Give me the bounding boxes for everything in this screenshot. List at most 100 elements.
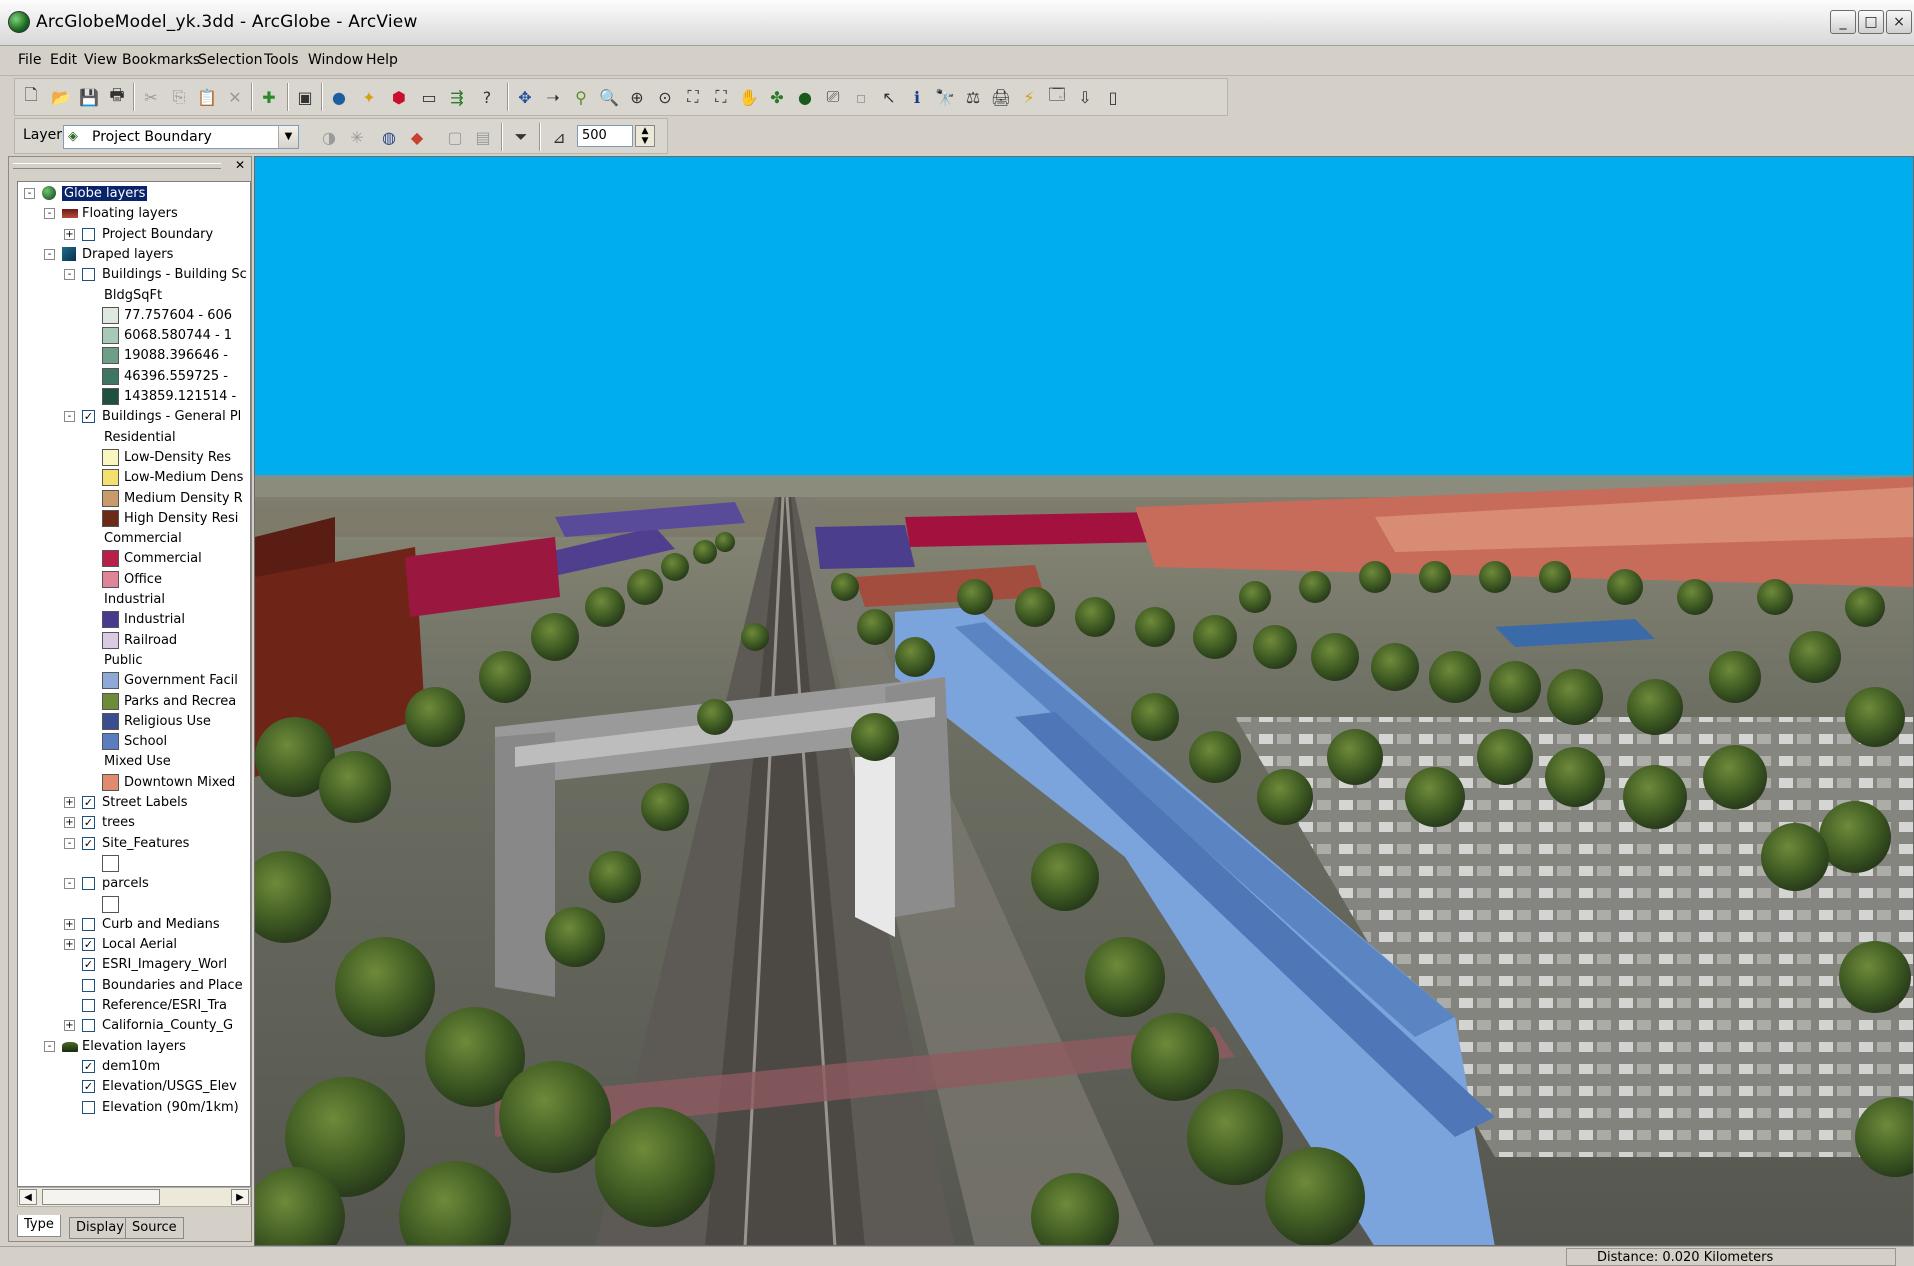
whats-this-help-icon[interactable]: ? (475, 85, 499, 109)
collapse-icon[interactable]: - (64, 837, 75, 849)
menu-bookmarks[interactable]: Bookmarks (122, 52, 200, 68)
globe-view-icon[interactable]: ● (327, 85, 351, 109)
expand-icon[interactable]: + (64, 1020, 75, 1032)
copy-icon[interactable]: ⎘ (167, 85, 191, 109)
layer-row[interactable]: - parcels (18, 874, 250, 894)
new-document-icon[interactable]: 🗋 (19, 85, 43, 109)
delete-icon[interactable]: ✕ (223, 85, 247, 109)
layer-visibility-checkbox[interactable]: ✓ (82, 836, 95, 850)
print-icon[interactable]: 🖶 (105, 85, 129, 109)
select-disabled-icon[interactable]: ▫ (849, 85, 873, 109)
globe-properties-icon[interactable]: ▣ (293, 85, 317, 109)
layer-row[interactable]: Elevation (90m/1km) (18, 1098, 250, 1118)
menu-help[interactable]: Help (366, 52, 398, 68)
layer-row[interactable]: - Globe layers (18, 184, 250, 204)
close-icon[interactable]: ✕ (233, 159, 247, 173)
layer-row[interactable]: Boundaries and Place (18, 976, 250, 996)
save-icon[interactable]: 💾 (77, 85, 101, 109)
zoom-to-target-icon[interactable]: ⊙ (653, 85, 677, 109)
expand-icon[interactable]: + (64, 939, 75, 951)
layer-row[interactable]: - ✓ Site_Features (18, 834, 250, 854)
select-features-icon[interactable]: ↖ (877, 85, 901, 109)
expand-icon[interactable]: + (64, 797, 75, 808)
layer-row[interactable]: - Elevation layers (18, 1037, 250, 1057)
layer-row[interactable]: - ✓ Buildings - General Pl (18, 407, 250, 427)
brightness-icon[interactable]: ✳ (345, 125, 369, 149)
model-builder-icon[interactable]: ⇶ (445, 85, 469, 109)
scroll-left-icon[interactable]: ◀ (19, 1189, 37, 1205)
layer-dropdown[interactable]: ◈ Project Boundary ▼ (63, 125, 299, 149)
fly-icon[interactable]: ➝ (541, 85, 565, 109)
target-icon[interactable]: ⚲ (569, 85, 593, 109)
layer-row[interactable]: + Project Boundary (18, 225, 250, 245)
layer-visibility-checkbox[interactable] (82, 1019, 95, 1033)
layer-row[interactable]: + California_County_G (18, 1016, 250, 1036)
close-button[interactable]: × (1886, 10, 1912, 34)
menu-window[interactable]: Window (308, 52, 363, 68)
scale-icon[interactable]: ⊿ (547, 125, 571, 149)
add-to-globe-icon[interactable]: ⇩ (1073, 85, 1097, 109)
layer-visibility-checkbox[interactable] (82, 227, 95, 241)
scroll-right-icon[interactable]: ▶ (231, 1189, 249, 1205)
layer-row[interactable]: - Floating layers (18, 204, 250, 224)
menu-edit[interactable]: Edit (50, 52, 77, 68)
layer-visibility-checkbox[interactable]: ✓ (82, 938, 95, 952)
chevron-down-icon[interactable]: ▼ (278, 126, 298, 148)
scale-spinner[interactable]: ▲ ▼ (635, 125, 655, 147)
hand-icon[interactable]: ✋ (737, 85, 761, 109)
menu-view[interactable]: View (84, 52, 117, 68)
layer-shading-icon[interactable]: ◆ (405, 125, 429, 149)
layer-visibility-checkbox[interactable]: ✓ (82, 958, 95, 972)
collapse-icon[interactable]: - (64, 878, 75, 890)
layer-visibility-checkbox[interactable] (82, 877, 95, 891)
collapse-icon[interactable]: - (64, 269, 75, 281)
menu-file[interactable]: File (18, 52, 41, 68)
find-icon[interactable]: 🔭 (933, 85, 957, 109)
expand-icon[interactable]: + (64, 228, 75, 240)
minimize-button[interactable]: _ (1830, 10, 1856, 34)
layer-row[interactable]: - Buildings - Building Sc (18, 265, 250, 285)
toc-horizontal-scrollbar[interactable]: ◀ ▶ (17, 1187, 251, 1207)
layer-visibility-checkbox[interactable]: ✓ (82, 796, 95, 809)
collapse-icon[interactable]: - (44, 248, 55, 260)
tab-source[interactable]: Source (125, 1217, 184, 1239)
layer-row[interactable]: Reference/ESRI_Tra (18, 996, 250, 1016)
expand-icon[interactable]: + (64, 817, 75, 829)
layer-visibility-checkbox[interactable] (82, 1100, 95, 1114)
layer-visibility-checkbox[interactable]: ✓ (82, 816, 95, 830)
lightning-icon[interactable]: ⚡ (1017, 85, 1041, 109)
layer-visibility-checkbox[interactable] (82, 999, 95, 1012)
layer-row[interactable]: + ✓ Street Labels (18, 793, 250, 813)
collapse-icon[interactable]: - (44, 208, 55, 220)
paste-icon[interactable]: 📋 (195, 85, 219, 109)
layer-row[interactable]: + Curb and Medians (18, 915, 250, 935)
layer-transparency-icon[interactable]: ◍ (377, 125, 401, 149)
clear-icon[interactable]: ▯ (1101, 85, 1125, 109)
layer-visibility-checkbox[interactable]: ✓ (82, 1080, 95, 1094)
open-folder-icon[interactable]: 📂 (49, 85, 73, 109)
layer-row[interactable]: + ✓ trees (18, 813, 250, 833)
view-globe-icon[interactable]: ⎚ (821, 85, 845, 109)
maximize-button[interactable]: □ (1858, 10, 1884, 34)
layer-visibility-checkbox[interactable]: ✓ (82, 410, 95, 424)
collapse-icon[interactable]: - (64, 411, 75, 423)
scale-input[interactable]: 500 (577, 125, 633, 147)
layer-properties-icon[interactable]: 🖨 (989, 85, 1013, 109)
pan-icon[interactable]: ⊕ (625, 85, 649, 109)
globe-3d-view[interactable] (254, 156, 1914, 1246)
layer-row[interactable]: - Draped layers (18, 245, 250, 265)
arctoolbox-icon[interactable]: ✦ (357, 85, 381, 109)
cut-icon[interactable]: ✂ (139, 85, 163, 109)
collapse-icon[interactable]: - (24, 188, 35, 199)
measure-icon[interactable]: ⚖ (961, 85, 985, 109)
full-globe-icon[interactable]: ● (793, 85, 817, 109)
tab-type[interactable]: Type (17, 1215, 61, 1237)
contrast-icon[interactable]: ◑ (317, 125, 341, 149)
zoom-in-out-icon[interactable]: 🔍 (597, 85, 621, 109)
layer-row[interactable]: ✓ Elevation/USGS_Elev (18, 1077, 250, 1097)
drape-priority-icon[interactable]: ⏷ (509, 125, 533, 149)
toolbox-icon[interactable]: ⬢ (387, 85, 411, 109)
tab-display[interactable]: Display (69, 1217, 131, 1239)
collapse-icon[interactable]: - (44, 1040, 55, 1052)
layer-visibility-checkbox[interactable] (82, 268, 95, 282)
